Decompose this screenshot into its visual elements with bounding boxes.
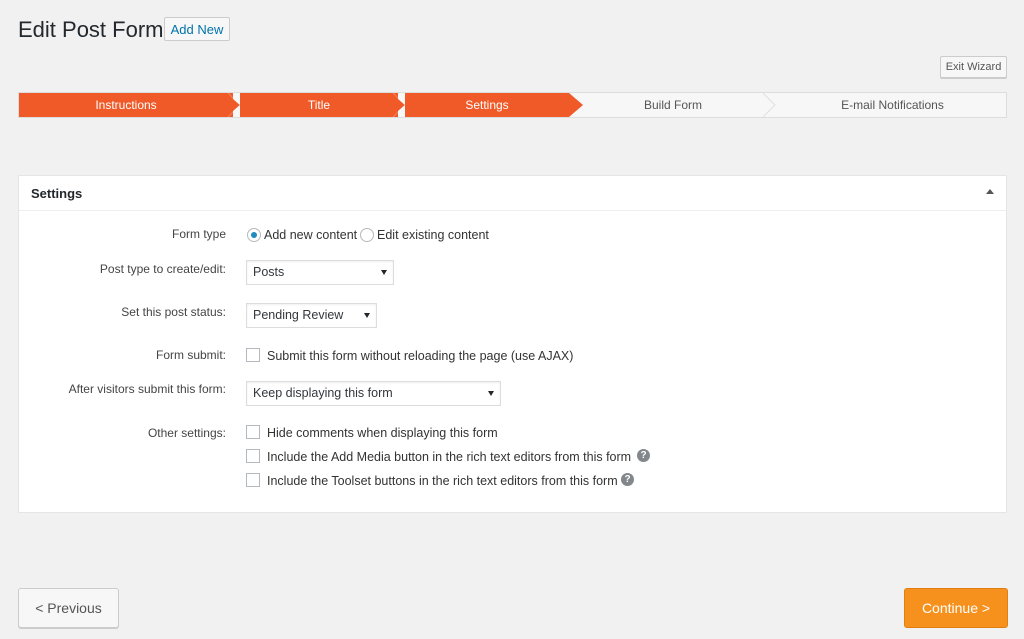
add-new-button[interactable]: Add New xyxy=(164,17,230,41)
post-type-label: Post type to create/edit: xyxy=(99,262,226,276)
step-label: Title xyxy=(307,98,331,112)
post-status-value: Pending Review xyxy=(253,308,344,322)
continue-button[interactable]: Continue > xyxy=(904,588,1008,628)
step-divider-icon xyxy=(226,93,240,117)
toolset-buttons-checkbox[interactable] xyxy=(246,473,260,487)
step-label: Instructions xyxy=(95,98,157,112)
previous-button[interactable]: < Previous xyxy=(18,588,119,628)
post-status-label: Set this post status: xyxy=(121,305,226,319)
after-submit-label: After visitors submit this form: xyxy=(68,382,226,396)
radio-add-new-content[interactable] xyxy=(247,228,261,242)
settings-panel: Settings Form type Add new content Edit … xyxy=(18,175,1007,513)
step-divider-icon xyxy=(569,93,583,117)
question-circle-icon[interactable]: ? xyxy=(637,449,650,462)
after-submit-select[interactable]: Keep displaying this form xyxy=(246,381,501,406)
caret-down-icon xyxy=(381,270,387,275)
post-type-select[interactable]: Posts xyxy=(246,260,394,285)
ajax-submit-checkbox[interactable] xyxy=(246,348,260,362)
page-title: Edit Post Form xyxy=(18,17,164,42)
radio-label-edit-existing: Edit existing content xyxy=(377,228,489,242)
other-settings-label: Other settings: xyxy=(147,426,226,440)
add-media-checkbox[interactable] xyxy=(246,449,260,463)
post-status-select[interactable]: Pending Review xyxy=(246,303,377,328)
panel-header[interactable]: Settings xyxy=(19,176,1006,211)
step-label: Build Form xyxy=(643,98,702,112)
caret-down-icon xyxy=(488,391,494,396)
step-divider-icon xyxy=(391,93,405,117)
radio-label-add-new: Add new content xyxy=(264,228,358,242)
step-title[interactable]: Title xyxy=(240,93,398,117)
after-submit-value: Keep displaying this form xyxy=(253,386,393,400)
add-media-text: Include the Add Media button in the rich… xyxy=(267,450,632,464)
step-email-notifications[interactable]: E-mail Notifications xyxy=(779,93,1006,117)
step-build-form[interactable]: Build Form xyxy=(585,93,761,117)
question-circle-icon[interactable]: ? xyxy=(621,473,634,486)
radio-edit-existing-content[interactable] xyxy=(360,228,374,242)
ajax-submit-text: Submit this form without reloading the p… xyxy=(267,349,574,363)
hide-comments-text: Hide comments when displaying this form xyxy=(267,426,498,440)
step-settings[interactable]: Settings xyxy=(405,93,569,117)
caret-up-icon[interactable] xyxy=(986,189,994,194)
panel-title: Settings xyxy=(31,186,83,201)
caret-down-icon xyxy=(364,313,370,318)
post-type-value: Posts xyxy=(253,265,285,279)
form-submit-label: Form submit: xyxy=(155,348,226,362)
exit-wizard-button[interactable]: Exit Wizard xyxy=(940,56,1007,78)
step-label: E-mail Notifications xyxy=(841,98,944,112)
step-label: Settings xyxy=(465,98,509,112)
form-type-label: Form type xyxy=(171,227,226,241)
step-divider-icon xyxy=(763,93,776,117)
step-instructions[interactable]: Instructions xyxy=(19,93,233,117)
hide-comments-checkbox[interactable] xyxy=(246,425,260,439)
toolset-buttons-text: Include the Toolset buttons in the rich … xyxy=(267,474,618,488)
wizard-steps: Instructions Title Settings Build Form E… xyxy=(18,92,1007,118)
